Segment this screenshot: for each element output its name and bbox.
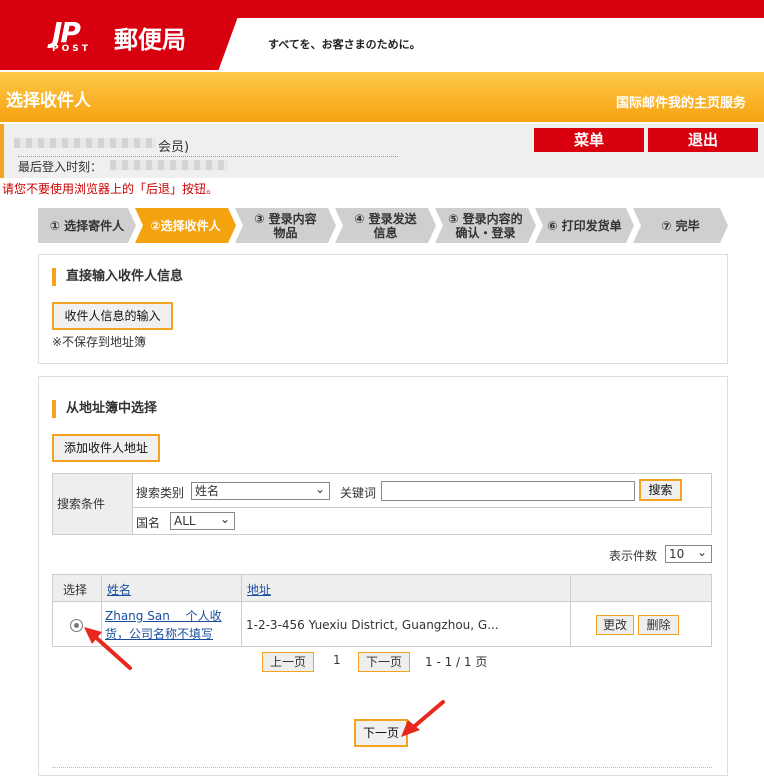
keyword-label: 关键词	[340, 486, 377, 500]
menu-button[interactable]: 菜单	[534, 128, 644, 152]
last-login-blurred	[110, 160, 228, 170]
site-header: JP POST 郵便局 すべてを、お客さまのために。	[0, 0, 764, 70]
title-bar: 选择收件人 国际邮件我的主页服务	[0, 72, 764, 122]
direct-input-title: 直接输入收件人信息	[52, 268, 183, 286]
column-address-sort[interactable]: 地址	[247, 581, 271, 598]
pager-current: 1	[333, 653, 341, 667]
not-saved-note: ※不保存到地址簿	[52, 335, 147, 349]
add-recipient-button[interactable]: 添加收件人地址	[52, 434, 160, 462]
delete-button[interactable]: 删除	[638, 615, 679, 635]
search-category-select[interactable]: 姓名	[191, 481, 330, 500]
per-page-label: 表示件数	[609, 549, 658, 563]
step-select-recipient: ②选择收件人	[135, 208, 236, 243]
search-button[interactable]: 搜索	[639, 479, 682, 501]
pager-range: 1 - 1 / 1 页	[425, 655, 488, 669]
post-logo-text: POST	[52, 44, 91, 54]
my-page-link[interactable]: 国际邮件我的主页服务	[616, 92, 746, 111]
country-label: 国名	[136, 516, 161, 530]
search-category-label: 搜索类别	[136, 486, 185, 500]
search-conditions-label: 搜索条件	[53, 474, 133, 534]
step-register-contents: ③ 登录内容 物品	[235, 208, 336, 243]
recipient-address: 1-2-3-456 Yuexiu District, Guangzhou, G.…	[246, 618, 499, 632]
pager-next-button[interactable]: 下一页	[358, 652, 410, 672]
step-select-sender: ① 选择寄件人	[38, 208, 136, 243]
logout-button[interactable]: 退出	[648, 128, 758, 152]
country-select[interactable]: ALL	[170, 511, 235, 530]
back-button-warning: 请您不要使用浏览器上的「后退」按钮。	[2, 182, 219, 196]
column-select: 选择	[63, 583, 88, 597]
tagline: すべてを、お客さまのために。	[268, 38, 421, 51]
last-login-label: 最后登入时刻：	[18, 160, 103, 174]
column-name-sort[interactable]: 姓名	[107, 581, 131, 598]
keyword-input[interactable]	[381, 481, 635, 501]
page-title: 选择收件人	[6, 91, 91, 111]
step-complete: ⑦ 完毕	[633, 208, 728, 243]
annotation-arrow-next	[401, 700, 445, 737]
per-page-select[interactable]: 10	[665, 544, 712, 563]
post-office-logo: 郵便局	[114, 26, 186, 54]
progress-steps: ① 选择寄件人 ②选择收件人 ③ 登录内容 物品 ④ 登录发送 信息 ⑤ 登录内…	[38, 208, 728, 243]
address-book-title: 从地址簿中选择	[52, 400, 157, 418]
annotation-arrow-radio	[84, 627, 132, 670]
step-confirm: ⑤ 登录内容的 确认・登录	[435, 208, 536, 243]
recipient-input-button[interactable]: 收件人信息的输入	[52, 302, 173, 330]
edit-button[interactable]: 更改	[596, 615, 634, 635]
member-suffix: 会员)	[158, 140, 190, 155]
step-print-label: ⑥ 打印发货单	[535, 208, 634, 243]
member-name-blurred	[14, 138, 156, 148]
pager-prev-button[interactable]: 上一页	[262, 652, 314, 672]
bottom-divider	[52, 767, 712, 768]
step-register-shipping: ④ 登录发送 信息	[335, 208, 436, 243]
